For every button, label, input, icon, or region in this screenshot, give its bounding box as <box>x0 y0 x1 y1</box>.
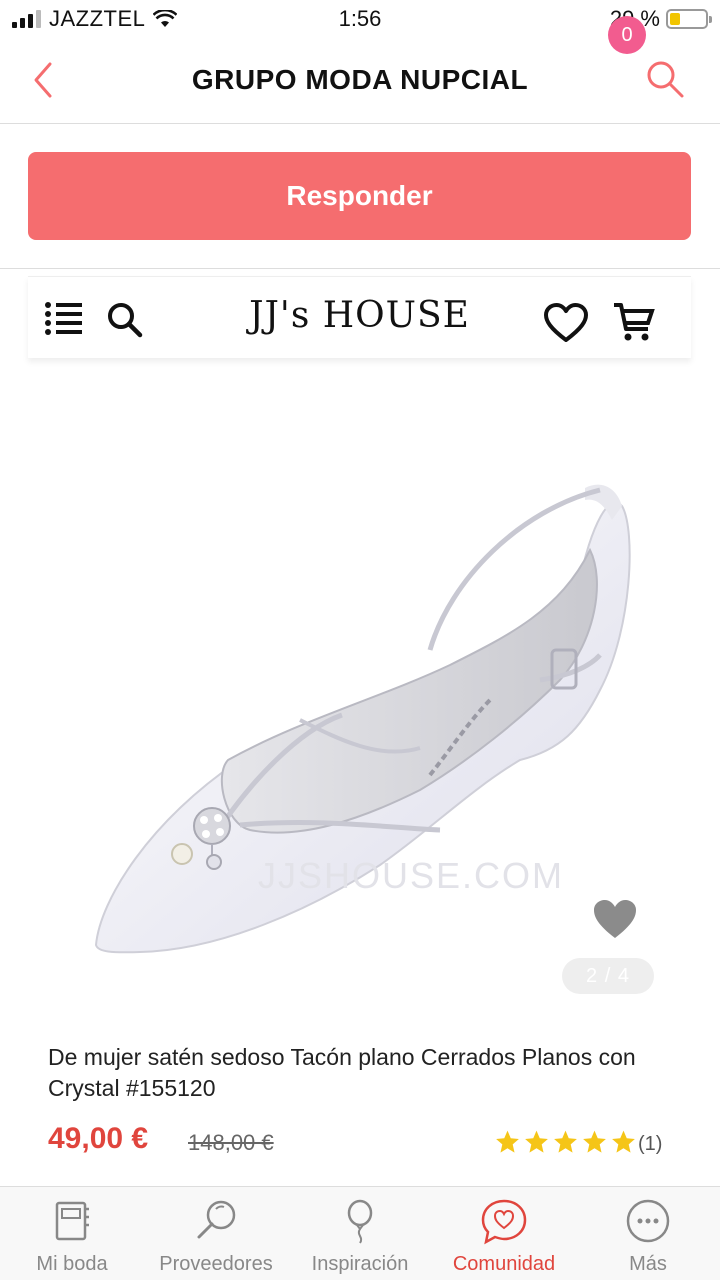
notebook-icon <box>55 1201 89 1241</box>
tab-label: Comunidad <box>452 1253 556 1275</box>
rating-stars[interactable] <box>494 1129 637 1155</box>
heart-chat-icon <box>481 1199 527 1245</box>
shop-header: JJ's HOUSE <box>28 276 691 358</box>
rating-count[interactable]: (1) <box>638 1133 662 1156</box>
tab-label: Proveedores <box>159 1253 273 1275</box>
more-icon <box>626 1199 670 1243</box>
star-icon <box>554 1130 577 1153</box>
divider <box>0 268 720 269</box>
page-title: GRUPO MODA NUPCIAL <box>191 64 529 95</box>
image-watermark: JJSHOUSE.COM <box>258 855 564 896</box>
battery-level <box>670 13 680 25</box>
magnifier-icon <box>197 1200 236 1239</box>
cart-icon[interactable] <box>612 299 656 343</box>
wishlist-heart-icon[interactable] <box>544 303 588 343</box>
original-price: 148,00 € <box>188 1130 274 1155</box>
tab-label: Inspiración <box>311 1253 409 1275</box>
bottom-tab-bar: Mi boda Proveedores Inspiración Comunida… <box>0 1186 720 1280</box>
star-icon <box>525 1130 548 1153</box>
shop-logo[interactable]: JJ's HOUSE <box>28 295 691 336</box>
tab-label: Mi boda <box>36 1253 108 1275</box>
favorite-heart-icon[interactable] <box>592 898 638 940</box>
tab-mas[interactable]: Más <box>576 1187 720 1280</box>
tab-inspiracion[interactable]: Inspiración <box>288 1187 432 1280</box>
product-name[interactable]: De mujer satén sedoso Tacón plano Cerrad… <box>48 1042 678 1104</box>
battery-icon <box>666 9 712 29</box>
app-header: GRUPO MODA NUPCIAL <box>0 40 720 124</box>
image-pager: 2 / 4 <box>562 958 654 994</box>
reply-button[interactable]: Responder <box>28 152 691 240</box>
cart-count-badge: 0 <box>608 16 646 54</box>
star-icon <box>496 1130 519 1153</box>
tab-proveedores[interactable]: Proveedores <box>144 1187 288 1280</box>
tab-label: Más <box>629 1253 667 1275</box>
star-icon <box>612 1130 635 1153</box>
tab-mi-boda[interactable]: Mi boda <box>0 1187 144 1280</box>
star-icon <box>583 1130 606 1153</box>
tab-comunidad[interactable]: Comunidad <box>432 1187 576 1280</box>
balloon-icon <box>347 1199 373 1244</box>
search-icon[interactable] <box>644 58 686 100</box>
product-price: 49,00 € <box>48 1122 149 1155</box>
